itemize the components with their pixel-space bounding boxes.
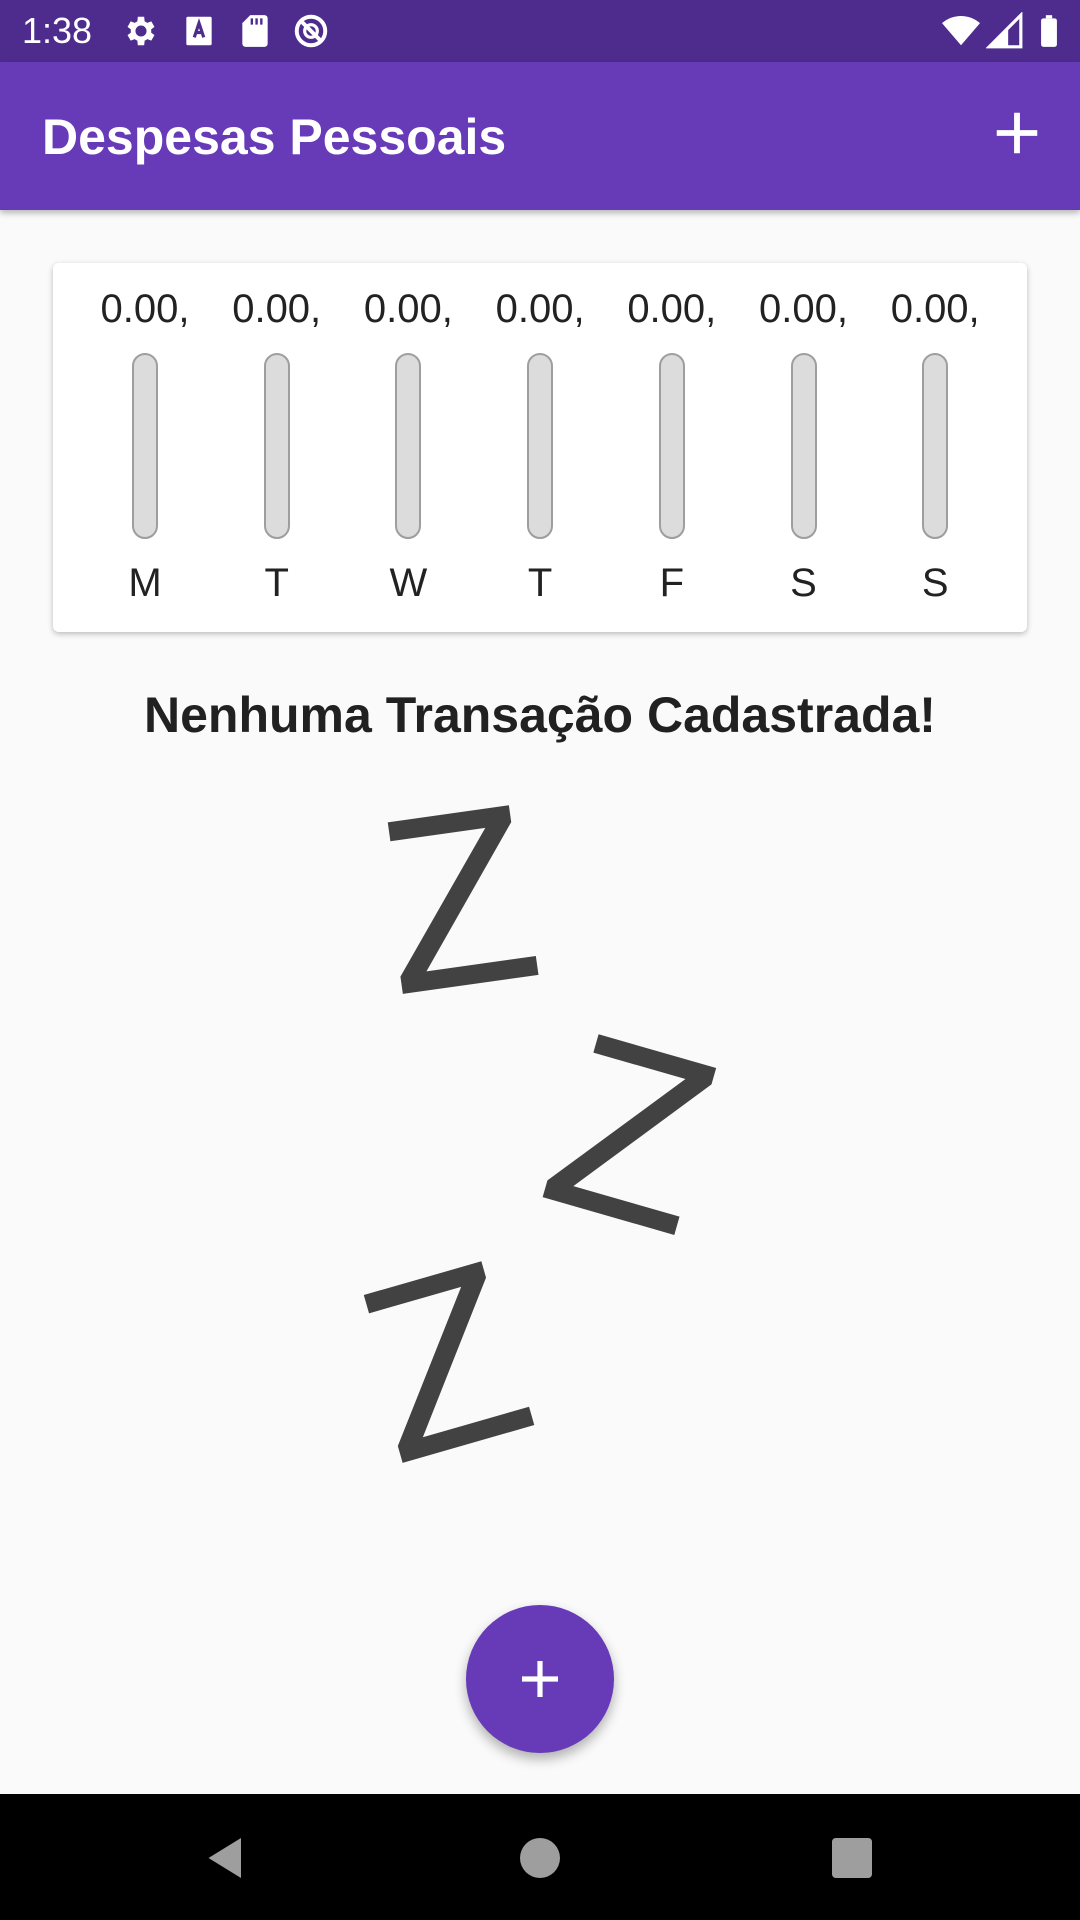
status-bar: 1:38 — [0, 0, 1080, 62]
chart-day-label: S — [921, 561, 949, 605]
chart-value-label: 0.00, — [363, 287, 453, 331]
chart-bar-track — [132, 353, 158, 539]
home-icon[interactable] — [510, 1828, 570, 1888]
chart-day-label: S — [790, 561, 817, 605]
chart-day-column: 0.00, T — [475, 263, 605, 632]
chart-bar-track — [395, 353, 422, 539]
app-bar: Despesas Pessoais — [0, 62, 1080, 210]
back-icon[interactable] — [196, 1828, 256, 1888]
chart-value-label: 0.00, — [627, 287, 717, 331]
chart-value-label: 0.00, — [759, 287, 848, 331]
do-not-disturb-icon — [294, 14, 328, 48]
sleeping-zzz-icon: Z Z Z — [360, 775, 720, 1495]
chart-value-label: 0.00, — [495, 287, 585, 331]
zzz-letter: Z — [364, 775, 554, 1047]
battery-icon — [1041, 15, 1057, 47]
sd-card-icon — [242, 15, 268, 47]
chart-bar-track — [658, 353, 685, 539]
chart-day-label: W — [389, 561, 428, 605]
chart-day-column: 0.00, F — [607, 263, 737, 632]
cell-signal-icon — [986, 12, 1023, 49]
settings-icon — [127, 16, 155, 46]
add-transaction-fab[interactable] — [466, 1605, 614, 1753]
weekly-chart: 0.00, M 0.00, T 0.00, W 0.00, T 0.00, F 0.00, S 0.00… — [53, 263, 1027, 632]
add-icon[interactable] — [990, 106, 1044, 160]
empty-state-message: Nenhuma Transação Cadastrada! — [144, 687, 936, 743]
chart-day-label: F — [659, 561, 685, 605]
chart-day-column: 0.00, W — [343, 263, 473, 632]
app-title: Despesas Pessoais — [42, 109, 507, 165]
chart-bar-track — [790, 353, 817, 539]
chart-day-label: M — [128, 561, 162, 605]
chart-day-label: T — [264, 561, 289, 605]
chart-value-label: 0.00, — [890, 287, 980, 331]
chart-value-label: 0.00, — [232, 287, 322, 331]
chart-bar-track — [527, 353, 554, 539]
chart-bar-track — [922, 353, 949, 539]
chart-value-label: 0.00, — [100, 287, 190, 331]
system-nav-bar — [0, 1794, 1080, 1920]
recents-icon[interactable] — [822, 1828, 882, 1888]
add-icon — [522, 1661, 558, 1697]
chart-day-column: 0.00, T — [212, 263, 342, 632]
chart-day-column: 0.00, S — [739, 263, 869, 632]
chart-bar-track — [263, 353, 290, 539]
zzz-letter: Z — [360, 1206, 556, 1495]
chart-day-column: 0.00, M — [80, 263, 210, 632]
chart-day-column: 0.00, S — [870, 263, 1000, 632]
wifi-icon — [942, 15, 980, 46]
text-a-icon — [186, 16, 212, 46]
status-time: 1:38 — [22, 10, 93, 51]
chart-day-label: T — [527, 561, 553, 605]
